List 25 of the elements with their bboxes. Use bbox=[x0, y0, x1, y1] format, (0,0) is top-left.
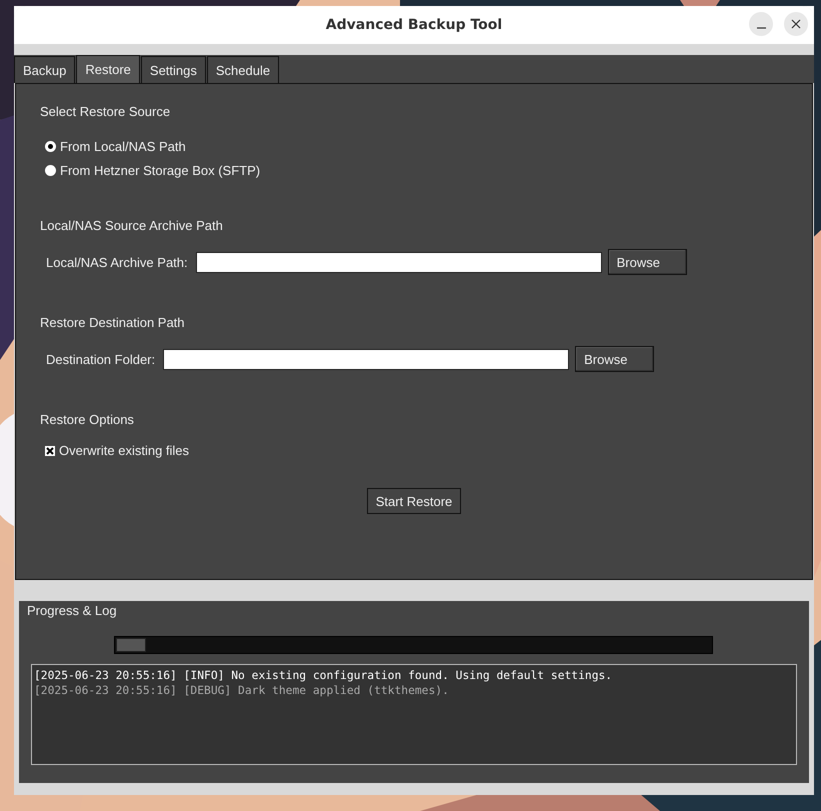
browse-button[interactable]: Browse bbox=[575, 346, 654, 372]
field-label: Destination Folder: bbox=[46, 352, 156, 366]
tab[interactable]: Schedule bbox=[206, 56, 280, 83]
section-heading: Local/NAS Source Archive Path bbox=[40, 218, 224, 233]
path-field[interactable] bbox=[163, 348, 570, 370]
radio-option[interactable]: From Hetzner Storage Box (SFTP) bbox=[45, 163, 788, 178]
checkbox-option[interactable]: Overwrite existing files bbox=[45, 443, 190, 458]
minimize-icon bbox=[756, 26, 766, 28]
field-label: Local/NAS Archive Path: bbox=[46, 254, 188, 270]
log-line: [2025-06-23 20:55:16] [INFO] No existing configuration found. Using default settings. bbox=[34, 668, 612, 683]
radio-option[interactable]: From Local/NAS Path bbox=[45, 139, 788, 154]
log-line: [2025-06-23 20:55:16] [DEBUG] Dark theme applied (ttkthemes). bbox=[34, 683, 449, 698]
close-button[interactable] bbox=[784, 12, 808, 36]
tab[interactable]: Backup bbox=[14, 56, 76, 83]
close-icon bbox=[791, 19, 801, 29]
tab[interactable]: Restore bbox=[76, 55, 140, 83]
section-heading: Restore Destination Path bbox=[40, 315, 186, 330]
panel-title: Progress & Log bbox=[27, 603, 118, 618]
section-heading: Restore Options bbox=[40, 412, 135, 427]
path-field[interactable] bbox=[196, 252, 602, 272]
section-heading: Select Restore Source bbox=[40, 104, 172, 119]
window-title: Advanced Backup Tool bbox=[326, 17, 502, 33]
browse-button[interactable]: Browse bbox=[608, 249, 687, 275]
tab[interactable]: Settings bbox=[140, 56, 206, 83]
start-restore-button[interactable]: Start Restore bbox=[366, 488, 462, 514]
